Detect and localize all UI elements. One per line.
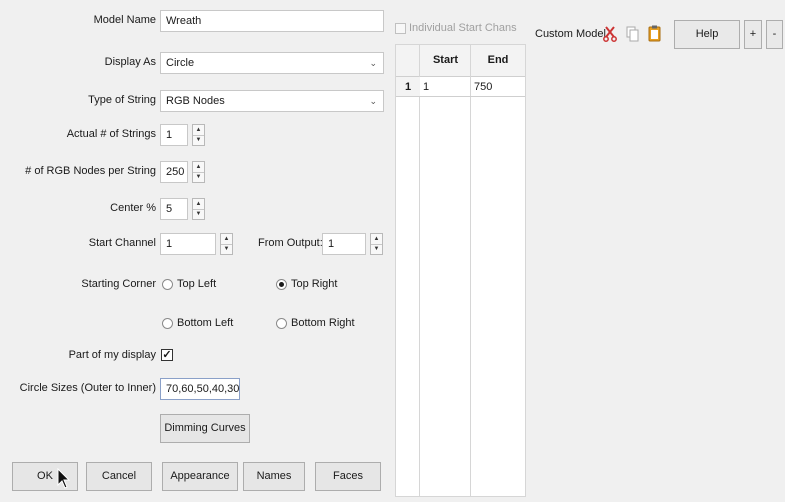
paste-icon[interactable]	[648, 25, 661, 42]
individual-start-chans-checkbox[interactable]	[395, 23, 406, 34]
start-channel-input[interactable]: 1	[160, 233, 216, 255]
display-as-label: Display As	[104, 56, 156, 68]
copy-icon[interactable]	[626, 26, 639, 42]
channel-table: Start End 1 1 750	[395, 44, 526, 497]
bottom-left-radio[interactable]	[162, 318, 173, 329]
type-of-string-value: RGB Nodes	[166, 95, 225, 107]
minus-button[interactable]: -	[766, 20, 783, 49]
column-divider	[419, 45, 420, 496]
appearance-button[interactable]: Appearance	[162, 462, 238, 491]
part-of-display-label: Part of my display	[68, 349, 156, 361]
spin-down-icon[interactable]: ▼	[193, 135, 204, 145]
mouse-cursor-icon	[57, 467, 71, 493]
spin-down-icon[interactable]: ▼	[193, 172, 204, 182]
type-of-string-label: Type of String	[88, 94, 156, 106]
faces-button[interactable]: Faces	[315, 462, 381, 491]
table-corner-header	[396, 45, 420, 77]
spin-down-icon[interactable]: ▼	[193, 209, 204, 219]
cancel-button[interactable]: Cancel	[86, 462, 152, 491]
display-as-select[interactable]: Circle ⌄	[160, 52, 384, 74]
column-divider	[470, 45, 471, 496]
individual-start-chans-label: Individual Start Chans	[409, 22, 517, 34]
starting-corner-label: Starting Corner	[81, 278, 156, 290]
column-header-end[interactable]: End	[471, 45, 525, 77]
start-channel-spinner[interactable]: ▲ ▼	[220, 233, 233, 255]
type-of-string-select[interactable]: RGB Nodes ⌄	[160, 90, 384, 112]
row-number: 1	[396, 77, 420, 97]
column-header-start[interactable]: Start	[420, 45, 471, 77]
circle-sizes-input[interactable]: 70,60,50,40,30	[160, 378, 240, 400]
display-as-value: Circle	[166, 57, 195, 69]
names-button[interactable]: Names	[243, 462, 305, 491]
part-of-display-checkbox[interactable]: ✓	[161, 349, 173, 361]
top-right-label: Top Right	[291, 278, 338, 290]
start-channel-label: Start Channel	[88, 237, 156, 249]
actual-strings-label: Actual # of Strings	[66, 128, 156, 140]
custom-model-label: Custom Model	[535, 28, 606, 40]
model-name-input[interactable]: Wreath	[160, 10, 384, 32]
actual-strings-spinner[interactable]: ▲ ▼	[192, 124, 205, 146]
scissors-icon[interactable]	[603, 26, 617, 42]
nodes-per-string-input[interactable]: 250	[160, 161, 188, 183]
chevron-down-icon: ⌄	[369, 58, 377, 68]
bottom-right-label: Bottom Right	[291, 317, 355, 329]
top-left-radio[interactable]	[162, 279, 173, 290]
chevron-down-icon: ⌄	[369, 96, 377, 106]
center-pct-spinner[interactable]: ▲ ▼	[192, 198, 205, 220]
center-pct-label: Center %	[110, 202, 156, 214]
spin-down-icon[interactable]: ▼	[371, 244, 382, 254]
actual-strings-input[interactable]: 1	[160, 124, 188, 146]
plus-button[interactable]: +	[744, 20, 762, 49]
nodes-per-string-label: # of RGB Nodes per String	[25, 165, 156, 177]
top-right-radio[interactable]	[276, 279, 287, 290]
top-left-label: Top Left	[177, 278, 217, 290]
spin-down-icon[interactable]: ▼	[221, 244, 232, 254]
dimming-curves-button[interactable]: Dimming Curves	[160, 414, 250, 443]
help-button[interactable]: Help	[674, 20, 740, 49]
ok-label: OK	[37, 470, 53, 482]
table-cell-start[interactable]: 1	[420, 77, 471, 97]
from-output-spinner[interactable]: ▲ ▼	[370, 233, 383, 255]
model-name-label: Model Name	[93, 14, 156, 26]
from-output-input[interactable]: 1	[322, 233, 366, 255]
bottom-right-radio[interactable]	[276, 318, 287, 329]
bottom-left-label: Bottom Left	[177, 317, 234, 329]
table-cell-end[interactable]: 750	[471, 77, 525, 97]
circle-sizes-label: Circle Sizes (Outer to Inner)	[19, 382, 156, 394]
center-pct-input[interactable]: 5	[160, 198, 188, 220]
from-output-label: From Output:	[258, 237, 323, 249]
nodes-per-string-spinner[interactable]: ▲ ▼	[192, 161, 205, 183]
